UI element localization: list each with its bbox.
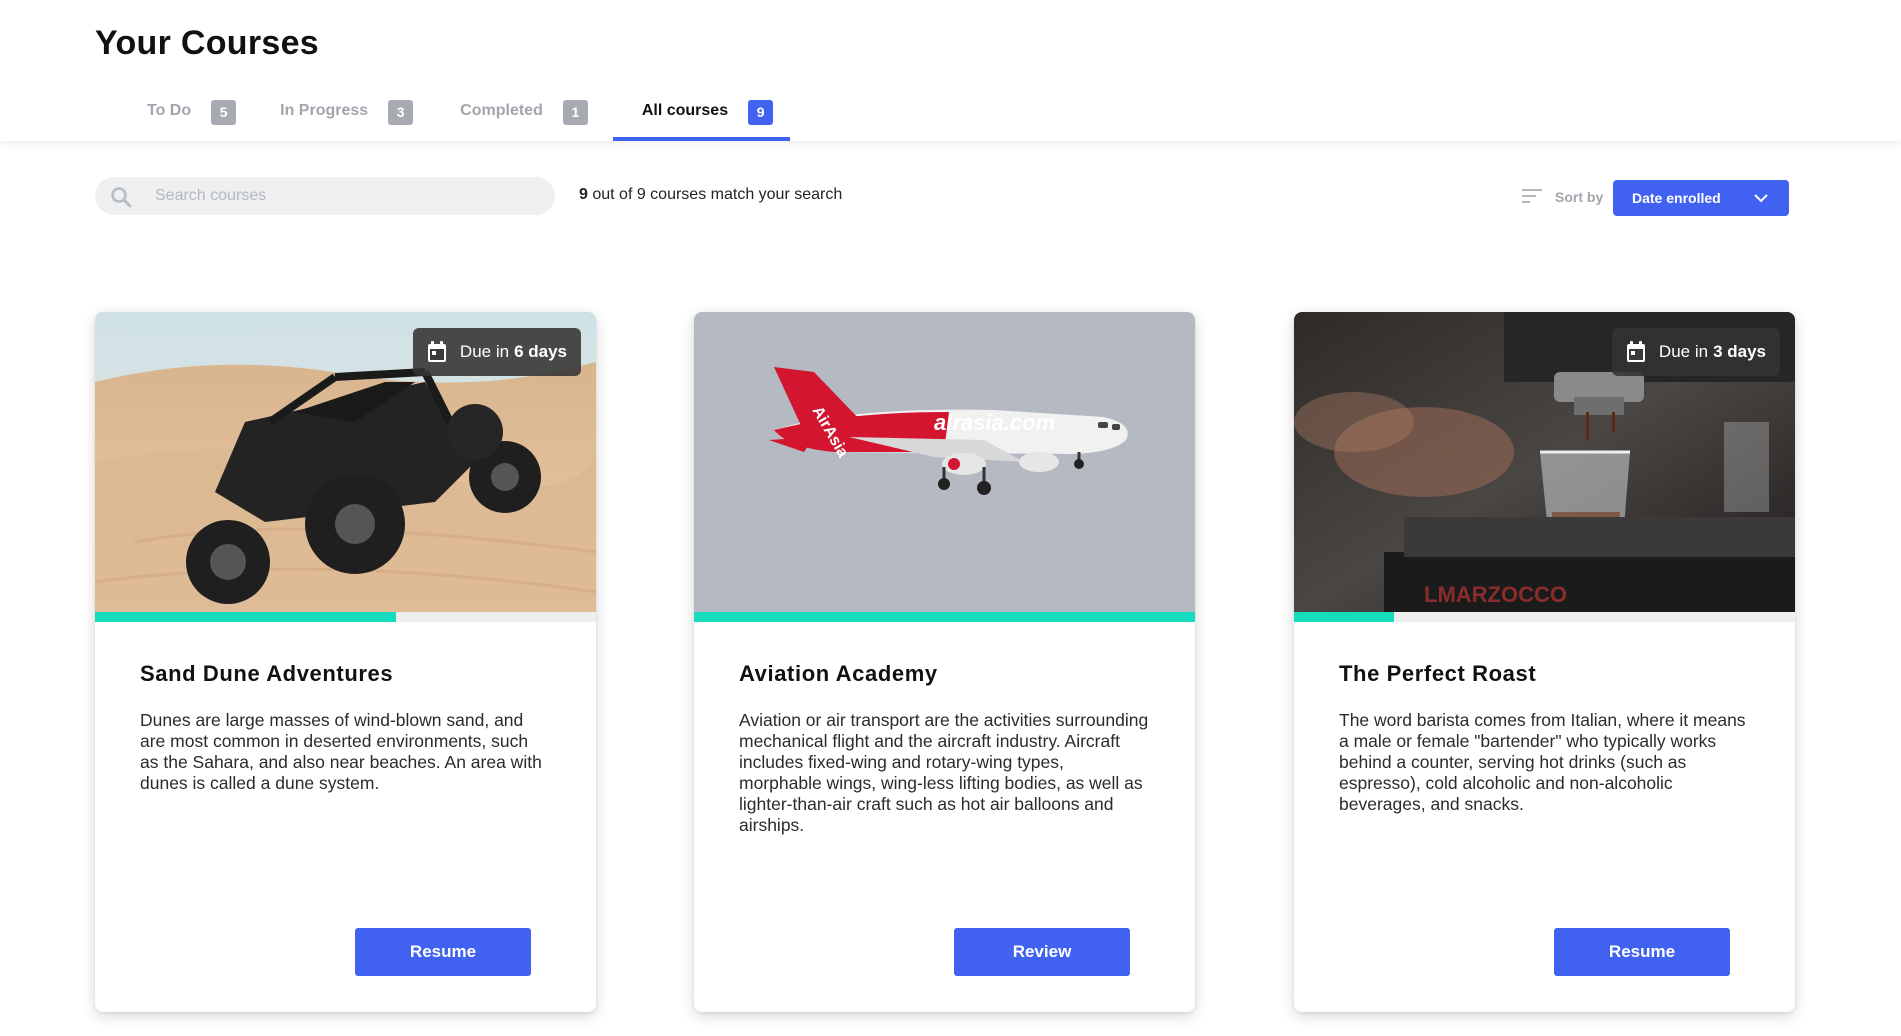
tab-label: All courses: [641, 102, 729, 119]
course-title: The Perfect Roast: [1339, 661, 1537, 686]
progress-fill: [694, 612, 1195, 622]
sort-label: Sort by: [1555, 189, 1604, 205]
course-image: LMARZOCCO Due in 3 days: [1294, 312, 1795, 612]
course-image: Due in 6 days: [95, 312, 596, 612]
progress-fill: [1294, 612, 1395, 622]
course-title: Sand Dune Adventures: [140, 661, 394, 686]
tab-label: To Do: [147, 102, 192, 119]
calendar-icon: [1626, 341, 1645, 362]
machine-brand-plate: LMARZOCCO: [1424, 582, 1567, 607]
search-result-summary: 9 out of 9 courses match your search: [579, 186, 842, 204]
match-count: 9: [579, 186, 588, 203]
search-input[interactable]: [155, 177, 535, 215]
course-card: AirAsia airasia.com Aviation Academy Avi…: [694, 312, 1195, 1012]
review-button[interactable]: Review: [954, 928, 1130, 976]
airplane-image: AirAsia airasia.com: [694, 312, 1195, 612]
tab-count-badge: 9: [748, 100, 774, 125]
course-description: The word barista comes from Italian, whe…: [1339, 710, 1746, 814]
search-icon: [111, 187, 132, 208]
tab-label: In Progress: [280, 102, 369, 119]
course-tabs: To Do 5 In Progress 3 Completed 1 All co…: [119, 96, 791, 141]
tab-count-badge: 3: [388, 100, 414, 125]
tab-all-courses[interactable]: All courses 9: [612, 96, 791, 141]
calendar-icon: [427, 341, 446, 362]
resume-button[interactable]: Resume: [355, 928, 531, 976]
due-value: 6 days: [514, 342, 567, 361]
tab-completed[interactable]: Completed 1: [460, 96, 588, 141]
tab-in-progress[interactable]: In Progress 3: [280, 96, 414, 141]
sort-icon: [1522, 189, 1542, 203]
page-title: Your Courses: [95, 24, 320, 62]
course-card: LMARZOCCO Due in 3 days The Perfect Roast…: [1294, 312, 1795, 1012]
tab-count-badge: 1: [562, 100, 588, 125]
tab-to-do[interactable]: To Do 5: [147, 96, 237, 141]
progress-bar: [694, 612, 1195, 622]
tab-count-badge: 5: [211, 100, 237, 125]
page-header: Your Courses To Do 5 In Progress 3 Compl…: [0, 0, 1901, 141]
sort-selected-value: Date enrolled: [1632, 190, 1721, 206]
livery-text: airasia.com: [934, 410, 1055, 435]
due-value: 3 days: [1713, 342, 1766, 361]
match-text: out of 9 courses match your search: [587, 186, 843, 203]
course-image: AirAsia airasia.com: [694, 312, 1195, 612]
course-card: Due in 6 days Sand Dune Adventures Dunes …: [95, 312, 596, 1012]
search-box[interactable]: [95, 177, 555, 215]
progress-bar: [1294, 612, 1795, 622]
chevron-down-icon: [1754, 194, 1768, 203]
due-prefix: Due in: [1658, 342, 1709, 361]
progress-bar: [95, 612, 596, 622]
course-description: Aviation or air transport are the activi…: [739, 710, 1149, 835]
progress-fill: [95, 612, 396, 622]
sort-dropdown[interactable]: Date enrolled: [1613, 180, 1789, 216]
course-title: Aviation Academy: [739, 661, 938, 686]
resume-button[interactable]: Resume: [1554, 928, 1730, 976]
course-description: Dunes are large masses of wind-blown san…: [140, 710, 542, 793]
due-date-badge: Due in 3 days: [1611, 328, 1780, 376]
due-prefix: Due in: [459, 342, 510, 361]
tab-label: Completed: [460, 102, 543, 119]
due-date-badge: Due in 6 days: [412, 328, 581, 376]
